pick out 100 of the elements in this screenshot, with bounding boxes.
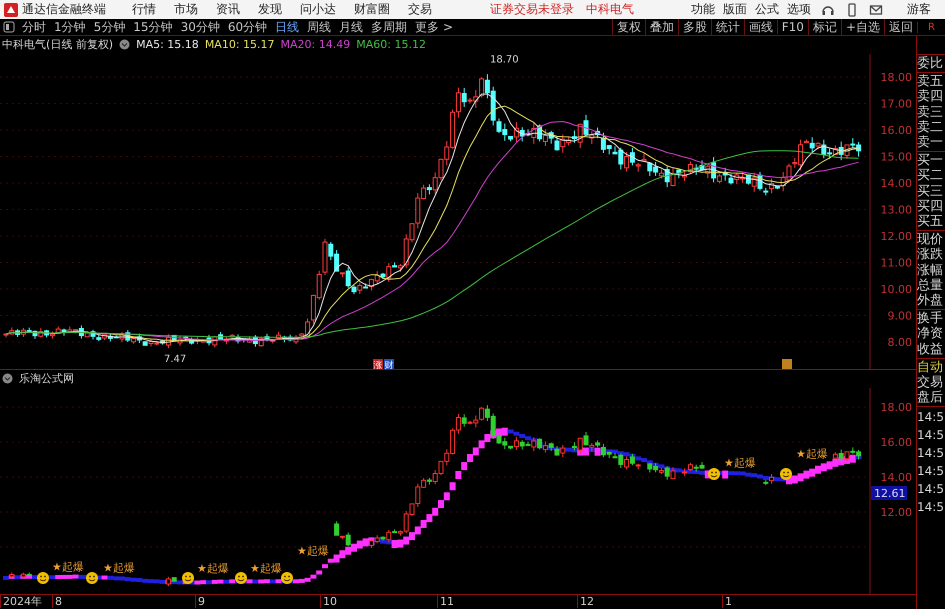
- menu-item[interactable]: 交易: [408, 1, 432, 18]
- price-axis-label: 11.00: [880, 256, 912, 270]
- menu-item[interactable]: 行情: [132, 1, 156, 18]
- trade-state-label: 交易: [917, 375, 944, 390]
- quote-label: 现价: [917, 232, 944, 248]
- date-axis-label: 10: [320, 595, 337, 608]
- moving-average-value: MA10: 15.17: [204, 38, 275, 52]
- toolbar-action[interactable]: +自选: [840, 18, 884, 36]
- period-tab[interactable]: 多周期: [367, 18, 412, 36]
- period-tab[interactable]: 月线: [335, 18, 368, 36]
- price-axis-label: 13.00: [880, 203, 912, 216]
- menu-item[interactable]: 问小达: [300, 1, 336, 18]
- period-tab[interactable]: 5分钟: [90, 18, 130, 36]
- price-axis-label: 8.00: [888, 336, 912, 349]
- price-axis-label: 12.00: [880, 230, 912, 243]
- quote-label: 买五: [917, 214, 944, 230]
- price-axis-label: 15.00: [880, 150, 912, 164]
- tool-menu-item[interactable]: 功能: [691, 1, 715, 18]
- event-badge[interactable]: 财: [384, 358, 394, 369]
- tool-menu-item[interactable]: 选项: [787, 1, 811, 18]
- value-axis-label: 16.00: [880, 436, 912, 449]
- period-tab[interactable]: 15分钟: [129, 18, 177, 36]
- date-axis-label: 2024年: [0, 595, 42, 608]
- tool-menu-item[interactable]: 版面: [723, 1, 747, 18]
- signal-label: ★起爆: [103, 561, 135, 574]
- quote-label: 换手: [917, 311, 944, 326]
- price-axis-label: 17.00: [880, 97, 912, 110]
- period-tab[interactable]: 60分钟: [224, 18, 272, 36]
- toolbar-action[interactable]: 返回: [884, 18, 917, 36]
- toolbar-action[interactable]: 复权: [612, 18, 645, 36]
- chart-title: 中科电气(日线 前复权): [2, 37, 114, 52]
- toolbar-action[interactable]: F10: [776, 20, 808, 34]
- tick-time: 14:5: [917, 463, 945, 480]
- quote-label: 涨跌: [917, 247, 944, 263]
- period-tab[interactable]: 30分钟: [176, 18, 224, 36]
- login-status: 证券交易未登录: [490, 1, 574, 18]
- period-tab[interactable]: 日线: [271, 18, 304, 36]
- quote-label: 买四: [917, 198, 944, 214]
- menu-item[interactable]: 市场: [174, 1, 198, 18]
- price-axis-label: 10.00: [880, 282, 912, 296]
- low-price-note: 7.47: [164, 354, 186, 365]
- tick-time: 14:5: [917, 481, 945, 498]
- date-axis-label: 1: [722, 595, 732, 608]
- quote-label: 收益: [917, 342, 944, 357]
- moving-average-value: MA60: 15.12: [356, 38, 426, 52]
- signal-label: ★起爆: [197, 562, 229, 575]
- quote-label: 卖三: [917, 104, 944, 120]
- mode-label[interactable]: 自动: [917, 360, 945, 376]
- toolbar-action[interactable]: 叠加: [644, 18, 678, 36]
- indicator-title: 乐淘公式网: [19, 371, 74, 386]
- user-label[interactable]: 游客: [907, 1, 931, 18]
- tick-time: 14:5: [917, 445, 945, 462]
- tick-time: 14:5: [917, 427, 945, 444]
- moving-average-value: MA20: 14.49: [280, 38, 350, 52]
- toolbar-action[interactable]: 画线: [744, 18, 777, 36]
- menu-item[interactable]: 发现: [258, 1, 282, 18]
- quote-label: 卖二: [917, 120, 944, 135]
- current-value-tag: 12.61: [871, 486, 907, 500]
- date-axis-label: 11: [437, 595, 454, 608]
- quote-label: 买三: [917, 184, 944, 199]
- quote-label: 卖五: [917, 74, 944, 90]
- event-badge[interactable]: 涨: [373, 358, 383, 369]
- value-axis-label: 12.00: [880, 506, 912, 519]
- period-tab[interactable]: 周线: [303, 18, 336, 36]
- quote-label: 买二: [917, 168, 944, 184]
- toolbar-action[interactable]: 标记: [808, 18, 841, 36]
- signal-label: ★起爆: [796, 447, 828, 460]
- signal-label: ★起爆: [250, 562, 282, 575]
- date-axis-label: 12: [577, 595, 594, 608]
- corner-mark: R: [917, 22, 945, 32]
- value-axis-label: 14.00: [880, 470, 912, 484]
- menu-item[interactable]: 资讯: [216, 1, 240, 18]
- signal-label: ★起爆: [52, 560, 84, 574]
- price-axis-label: 16.00: [880, 124, 912, 137]
- signal-label: ★起爆: [724, 456, 756, 470]
- app-title: 通达信金融终端: [22, 1, 106, 18]
- quote-label: 外盘: [917, 293, 944, 308]
- quote-label: 涨幅: [917, 262, 944, 278]
- price-axis-label: 14.00: [880, 176, 912, 190]
- quote-label: 总量: [917, 278, 944, 294]
- toolbar-action[interactable]: 统计: [710, 18, 744, 36]
- tick-time: 14:5: [917, 499, 945, 516]
- tick-time: 14:5: [917, 409, 945, 426]
- period-tab[interactable]: 分时: [18, 18, 50, 36]
- date-axis-label: 8: [52, 595, 62, 608]
- signal-label: ★起爆: [297, 544, 329, 558]
- price-axis-label: 9.00: [888, 309, 912, 322]
- period-tab[interactable]: 更多 >: [411, 18, 457, 36]
- high-price-note: 18.70: [490, 54, 519, 66]
- toolbar-action[interactable]: 多股: [678, 18, 711, 36]
- trade-state-label: 盘后: [917, 390, 944, 406]
- price-axis-label: 18.00: [880, 70, 912, 84]
- quote-label: 委比: [917, 56, 944, 72]
- stock-name: 中科电气: [586, 1, 634, 18]
- date-axis-label: 9: [195, 595, 205, 608]
- tool-menu-item[interactable]: 公式: [755, 1, 779, 18]
- quote-label: 净资: [917, 326, 944, 342]
- value-axis-label: 18.00: [880, 400, 912, 414]
- period-tab[interactable]: 1分钟: [50, 18, 90, 36]
- menu-item[interactable]: 财富圈: [354, 1, 390, 18]
